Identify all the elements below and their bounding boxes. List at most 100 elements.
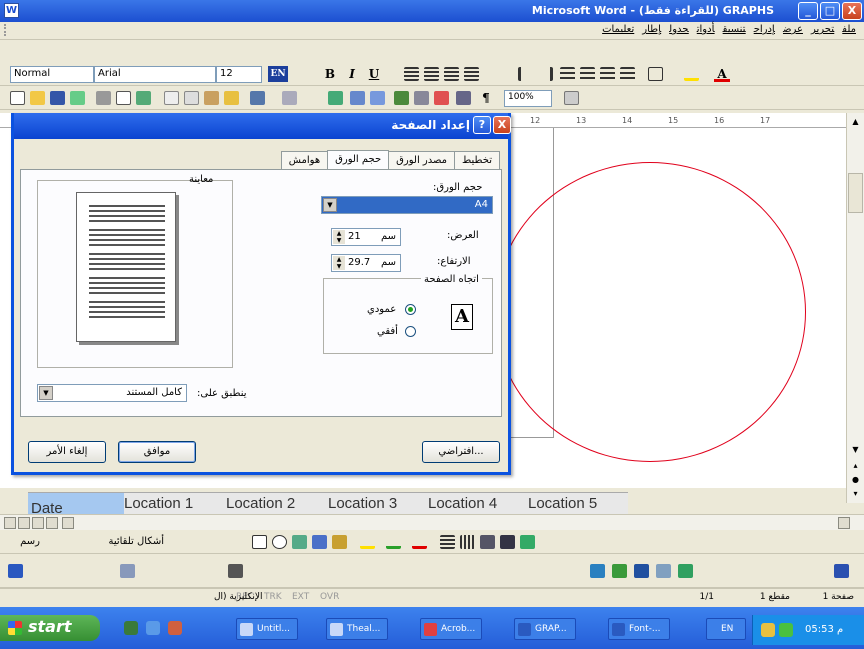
normal-view-icon[interactable] <box>4 517 16 529</box>
permission-icon[interactable] <box>70 91 85 105</box>
scroll-down-arrow-icon[interactable]: ▼ <box>849 443 862 456</box>
font-color-draw-icon[interactable] <box>412 535 427 549</box>
web-tool-icon[interactable] <box>590 564 605 578</box>
underline-button[interactable]: U <box>366 66 382 82</box>
style-dropdown[interactable]: Normal <box>10 66 94 83</box>
start-button[interactable]: start <box>0 615 100 641</box>
wordart-tool-icon[interactable] <box>312 535 327 549</box>
print-icon[interactable] <box>96 91 111 105</box>
close-window-button[interactable]: X <box>842 2 862 20</box>
tab-layout[interactable]: تخطيط <box>454 151 500 171</box>
justify-icon[interactable] <box>464 67 479 81</box>
ltr-direction-icon[interactable] <box>518 67 533 81</box>
save-icon[interactable] <box>50 91 65 105</box>
cut-icon[interactable] <box>164 91 179 105</box>
quicklaunch-desktop-icon[interactable] <box>124 621 138 635</box>
menu-table[interactable]: جدول <box>669 24 689 35</box>
align-center-icon[interactable] <box>424 67 439 81</box>
tray-volume-icon[interactable] <box>761 623 775 637</box>
columns-icon[interactable] <box>414 91 429 105</box>
maximize-button[interactable]: □ <box>820 2 840 20</box>
portrait-radio[interactable] <box>405 304 416 315</box>
menu-edit[interactable]: تحرير <box>811 24 834 35</box>
clock[interactable]: 05:53 م <box>805 624 843 635</box>
menu-view[interactable]: عرض <box>783 24 803 35</box>
scroll-right-icon[interactable] <box>838 517 850 529</box>
draw-menu[interactable]: رسم <box>20 536 40 547</box>
quicklaunch-ie-icon[interactable] <box>146 621 160 635</box>
taskbar-item-untitled[interactable]: Untitl... <box>236 618 298 640</box>
language-indicator[interactable]: EN <box>706 618 746 640</box>
show-hide-icon[interactable]: ¶ <box>478 90 494 106</box>
menu-format[interactable]: تنسيق <box>723 24 746 35</box>
tab-margins[interactable]: هوامش <box>280 151 329 171</box>
font-size-dropdown[interactable]: 12 <box>216 66 262 83</box>
line-color-icon[interactable] <box>386 535 401 549</box>
format-painter-icon[interactable] <box>224 91 239 105</box>
insert-table-icon[interactable] <box>370 91 385 105</box>
location-2[interactable]: Location 2 <box>226 495 295 512</box>
scroll-left-icon[interactable] <box>62 517 74 529</box>
word-app-icon[interactable]: W <box>4 3 19 18</box>
location-1[interactable]: Location 1 <box>124 495 193 512</box>
borders-icon[interactable] <box>648 67 663 81</box>
location-3[interactable]: Location 3 <box>328 495 397 512</box>
textbox-tool-icon[interactable] <box>292 535 307 549</box>
drawing-icon[interactable] <box>434 91 449 105</box>
web-stop-icon[interactable] <box>634 564 649 578</box>
width-spinner[interactable]: ▲ ▼ 21 سم <box>331 228 401 246</box>
tables-borders-icon[interactable] <box>350 91 365 105</box>
arrow-style-icon[interactable] <box>480 535 495 549</box>
menu-tools[interactable]: أدوات <box>697 24 715 35</box>
new-document-icon[interactable] <box>10 91 25 105</box>
taskbar-item-graphs[interactable]: GRAP... <box>514 618 576 640</box>
increase-indent-icon[interactable] <box>620 67 635 81</box>
print-view-icon[interactable] <box>32 517 44 529</box>
line-style-icon[interactable] <box>440 535 455 549</box>
font-dropdown[interactable]: Arial <box>94 66 216 83</box>
default-button[interactable]: افتراضي... <box>422 441 500 463</box>
web-home-icon[interactable] <box>678 564 693 578</box>
red-ellipse-shape[interactable] <box>494 162 806 462</box>
print-preview-icon[interactable] <box>116 91 131 105</box>
menu-frame[interactable]: إطار <box>642 24 661 35</box>
ok-button[interactable]: موافق <box>118 441 196 463</box>
autoshapes-menu[interactable]: أشكال تلقائية <box>108 536 164 547</box>
vertical-scrollbar[interactable]: ▲ ▼ ▴ ● ▾ <box>846 113 864 503</box>
undo-icon[interactable] <box>250 91 265 105</box>
minimize-button[interactable]: _ <box>798 2 818 20</box>
landscape-radio[interactable] <box>405 326 416 337</box>
hyperlink-icon[interactable] <box>328 91 343 105</box>
draw-arrow-icon[interactable] <box>8 564 23 578</box>
status-mode-ovr[interactable]: OVR <box>320 592 339 602</box>
taskbar-item-font[interactable]: Font-... <box>608 618 670 640</box>
taskbar-item-theal[interactable]: Theal... <box>326 618 388 640</box>
status-mode-trk[interactable]: TRK <box>264 592 282 602</box>
paper-size-dropdown[interactable]: ▼ A4 <box>321 196 493 214</box>
web-view-icon[interactable] <box>18 517 30 529</box>
help-icon[interactable] <box>564 91 579 105</box>
highlight-changes-icon[interactable] <box>228 564 243 578</box>
outline-view-icon[interactable] <box>46 517 58 529</box>
language-button[interactable]: EN <box>268 66 288 82</box>
browse-object-icon[interactable]: ● <box>849 473 862 486</box>
rectangle-tool-icon[interactable] <box>252 535 267 549</box>
align-right-icon[interactable] <box>404 67 419 81</box>
web-search-icon[interactable] <box>834 564 849 578</box>
tab-paper-source[interactable]: مصدر الورق <box>388 151 456 171</box>
dash-style-icon[interactable] <box>460 535 475 549</box>
apply-to-dropdown[interactable]: ▼ كامل المستند <box>37 384 187 402</box>
location-selected-cell[interactable]: Date <box>28 493 124 517</box>
insert-excel-icon[interactable] <box>394 91 409 105</box>
dialog-help-button[interactable]: ? <box>473 116 491 134</box>
location-4[interactable]: Location 4 <box>428 495 497 512</box>
paste-icon[interactable] <box>204 91 219 105</box>
horizontal-scrollbar[interactable] <box>0 514 864 530</box>
previous-page-icon[interactable]: ▴ <box>849 459 862 472</box>
numbering-icon[interactable] <box>560 67 575 81</box>
menu-insert[interactable]: إدراج <box>754 24 775 35</box>
font-color-button[interactable]: A <box>714 66 730 82</box>
status-mode-ext[interactable]: EXT <box>292 592 309 602</box>
spin-arrows-icon[interactable]: ▲ ▼ <box>333 256 345 270</box>
web-forward-icon[interactable] <box>612 564 627 578</box>
